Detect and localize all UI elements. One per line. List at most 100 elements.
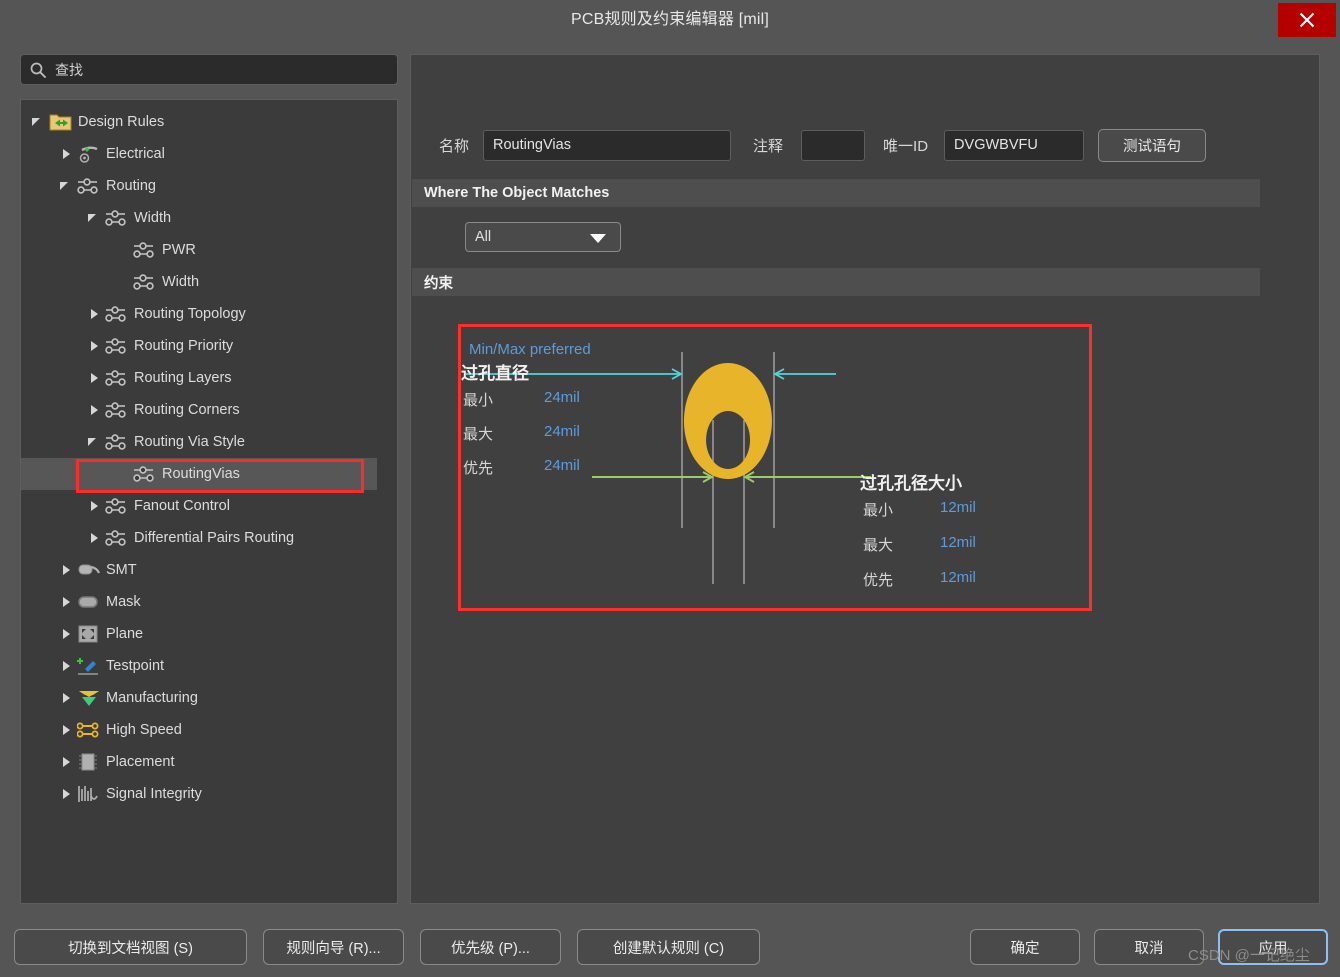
annotation-rect-constraints: 过孔直径 最小 24mil 最大 24mil 优先 24mil 过孔孔径大小 最… <box>458 324 1092 611</box>
expand-arrow-icon[interactable] <box>87 371 101 385</box>
comment-label: 注释 <box>753 137 784 155</box>
expand-arrow-icon[interactable] <box>87 307 101 321</box>
switch-to-document-view-button[interactable]: 切换到文档视图 (S) <box>14 929 247 965</box>
collapse-arrow-icon[interactable] <box>31 115 45 129</box>
rule-name-input[interactable]: RoutingVias <box>483 129 732 161</box>
rule-uid-input[interactable]: DVGWBVFU <box>944 129 1085 161</box>
mask-icon <box>77 591 101 613</box>
tree-item-label: Design Rules <box>78 114 165 130</box>
expand-arrow-icon[interactable] <box>59 787 73 801</box>
routing-icon <box>105 495 129 517</box>
search-text: 查找 <box>55 61 83 78</box>
via-diameter-title: 过孔直径 <box>461 364 529 383</box>
tree-item-routing-via-style[interactable]: Routing Via Style <box>21 426 397 458</box>
tree-item-differential-pairs-routing[interactable]: Differential Pairs Routing <box>21 522 397 554</box>
routing-icon <box>133 239 157 261</box>
rule-wizard-button[interactable]: 规则向导 (R)... <box>263 929 404 965</box>
tree-item-mask[interactable]: Mask <box>21 586 397 618</box>
search-input[interactable]: 查找 <box>20 54 398 85</box>
tree-item-pwr[interactable]: PWR <box>21 234 397 266</box>
tree-item-routing[interactable]: Routing <box>21 170 397 202</box>
collapse-arrow-icon[interactable] <box>87 435 101 449</box>
routing-icon <box>105 303 129 325</box>
tree-item-label: Routing Priority <box>134 338 234 354</box>
tree-item-label: High Speed <box>106 722 182 738</box>
tree-item-routing-topology[interactable]: Routing Topology <box>21 298 397 330</box>
expand-arrow-icon[interactable] <box>59 563 73 577</box>
design-rules-tree[interactable]: Design Rules Electrical Routing Width PWR Wid… <box>20 99 398 904</box>
expand-arrow-icon[interactable] <box>87 499 101 513</box>
via-hole-size-preferred-label: 优先 <box>863 572 894 589</box>
scope-select[interactable]: All <box>465 222 621 252</box>
routing-icon <box>133 463 157 485</box>
via-hole-size-min-label: 最小 <box>863 502 894 519</box>
via-diameter-preferred-value[interactable]: 24mil <box>544 457 580 474</box>
via-diameter-max-value[interactable]: 24mil <box>544 423 580 440</box>
expand-arrow-icon[interactable] <box>59 627 73 641</box>
tree-item-width[interactable]: Width <box>21 202 397 234</box>
close-button[interactable] <box>1278 3 1336 37</box>
rules-tree-panel: 查找 Design Rules Electrical Routing Width PWR… <box>20 54 398 904</box>
expand-arrow-icon[interactable] <box>59 147 73 161</box>
collapse-arrow-icon[interactable] <box>87 211 101 225</box>
tree-item-routing-priority[interactable]: Routing Priority <box>21 330 397 362</box>
high-speed-icon <box>77 719 101 741</box>
tree-item-design-rules[interactable]: Design Rules <box>21 106 397 138</box>
uid-label: 唯一ID <box>883 137 929 155</box>
tree-item-routing-corners[interactable]: Routing Corners <box>21 394 397 426</box>
signal-integrity-icon <box>77 783 101 805</box>
tree-item-label: Routing Via Style <box>134 434 245 450</box>
tree-item-high-speed[interactable]: High Speed <box>21 714 397 746</box>
tree-item-width[interactable]: Width <box>21 266 397 298</box>
expand-arrow-icon[interactable] <box>59 659 73 673</box>
expand-arrow-icon[interactable] <box>87 403 101 417</box>
rule-header-row: 名称 RoutingVias 注释 唯一ID DVGWBVFU 测试语句 <box>439 128 1299 162</box>
collapse-arrow-icon[interactable] <box>59 179 73 193</box>
rule-comment-input[interactable] <box>801 129 866 161</box>
routing-icon <box>105 527 129 549</box>
via-hole-size-title: 过孔孔径大小 <box>860 474 962 493</box>
dialog-client-area: 查找 Design Rules Electrical Routing Width PWR… <box>0 40 1340 917</box>
tree-item-routingvias[interactable]: RoutingVias <box>21 458 377 490</box>
apply-button[interactable]: 应用 <box>1218 929 1328 965</box>
via-hole-size-min-value[interactable]: 12mil <box>940 499 976 516</box>
tree-item-fanout-control[interactable]: Fanout Control <box>21 490 397 522</box>
tree-item-plane[interactable]: Plane <box>21 618 397 650</box>
tree-item-electrical[interactable]: Electrical <box>21 138 397 170</box>
title-bar: PCB规则及约束编辑器 [mil] <box>0 0 1340 40</box>
expand-arrow-icon[interactable] <box>59 595 73 609</box>
tree-item-manufacturing[interactable]: Manufacturing <box>21 682 397 714</box>
tree-item-label: Routing <box>106 178 156 194</box>
cancel-button[interactable]: 取消 <box>1094 929 1204 965</box>
via-hole-size-preferred-value[interactable]: 12mil <box>940 569 976 586</box>
via-hole-size-max-label: 最大 <box>863 537 894 554</box>
plane-icon <box>77 623 101 645</box>
expand-arrow-icon[interactable] <box>59 691 73 705</box>
via-diameter-min-value[interactable]: 24mil <box>544 389 580 406</box>
routing-icon <box>105 207 129 229</box>
via-hole-size-max-value[interactable]: 12mil <box>940 534 976 551</box>
create-default-rules-button[interactable]: 创建默认规则 (C) <box>577 929 760 965</box>
expand-arrow-icon[interactable] <box>59 755 73 769</box>
expand-arrow-icon[interactable] <box>87 531 101 545</box>
expand-arrow-icon[interactable] <box>87 339 101 353</box>
ok-button[interactable]: 确定 <box>970 929 1080 965</box>
tree-item-smt[interactable]: SMT <box>21 554 397 586</box>
priority-button[interactable]: 优先级 (P)... <box>420 929 561 965</box>
tree-item-signal-integrity[interactable]: Signal Integrity <box>21 778 397 810</box>
tree-item-routing-layers[interactable]: Routing Layers <box>21 362 397 394</box>
tree-item-placement[interactable]: Placement <box>21 746 397 778</box>
tree-item-label: Routing Topology <box>134 306 246 322</box>
test-query-button[interactable]: 测试语句 <box>1098 128 1207 162</box>
pcb-rules-dialog: PCB规则及约束编辑器 [mil] 查找 Design Rules Electri… <box>0 0 1340 977</box>
tree-item-label: RoutingVias <box>162 466 240 482</box>
tree-item-label: Signal Integrity <box>106 786 202 802</box>
expand-arrow-icon[interactable] <box>59 723 73 737</box>
tree-item-label: SMT <box>106 562 137 578</box>
routing-icon <box>105 431 129 453</box>
via-diameter-max-label: 最大 <box>463 426 494 443</box>
design-rules-folder-icon <box>49 111 73 133</box>
tree-item-label: Routing Corners <box>134 402 240 418</box>
tree-item-testpoint[interactable]: Testpoint <box>21 650 397 682</box>
